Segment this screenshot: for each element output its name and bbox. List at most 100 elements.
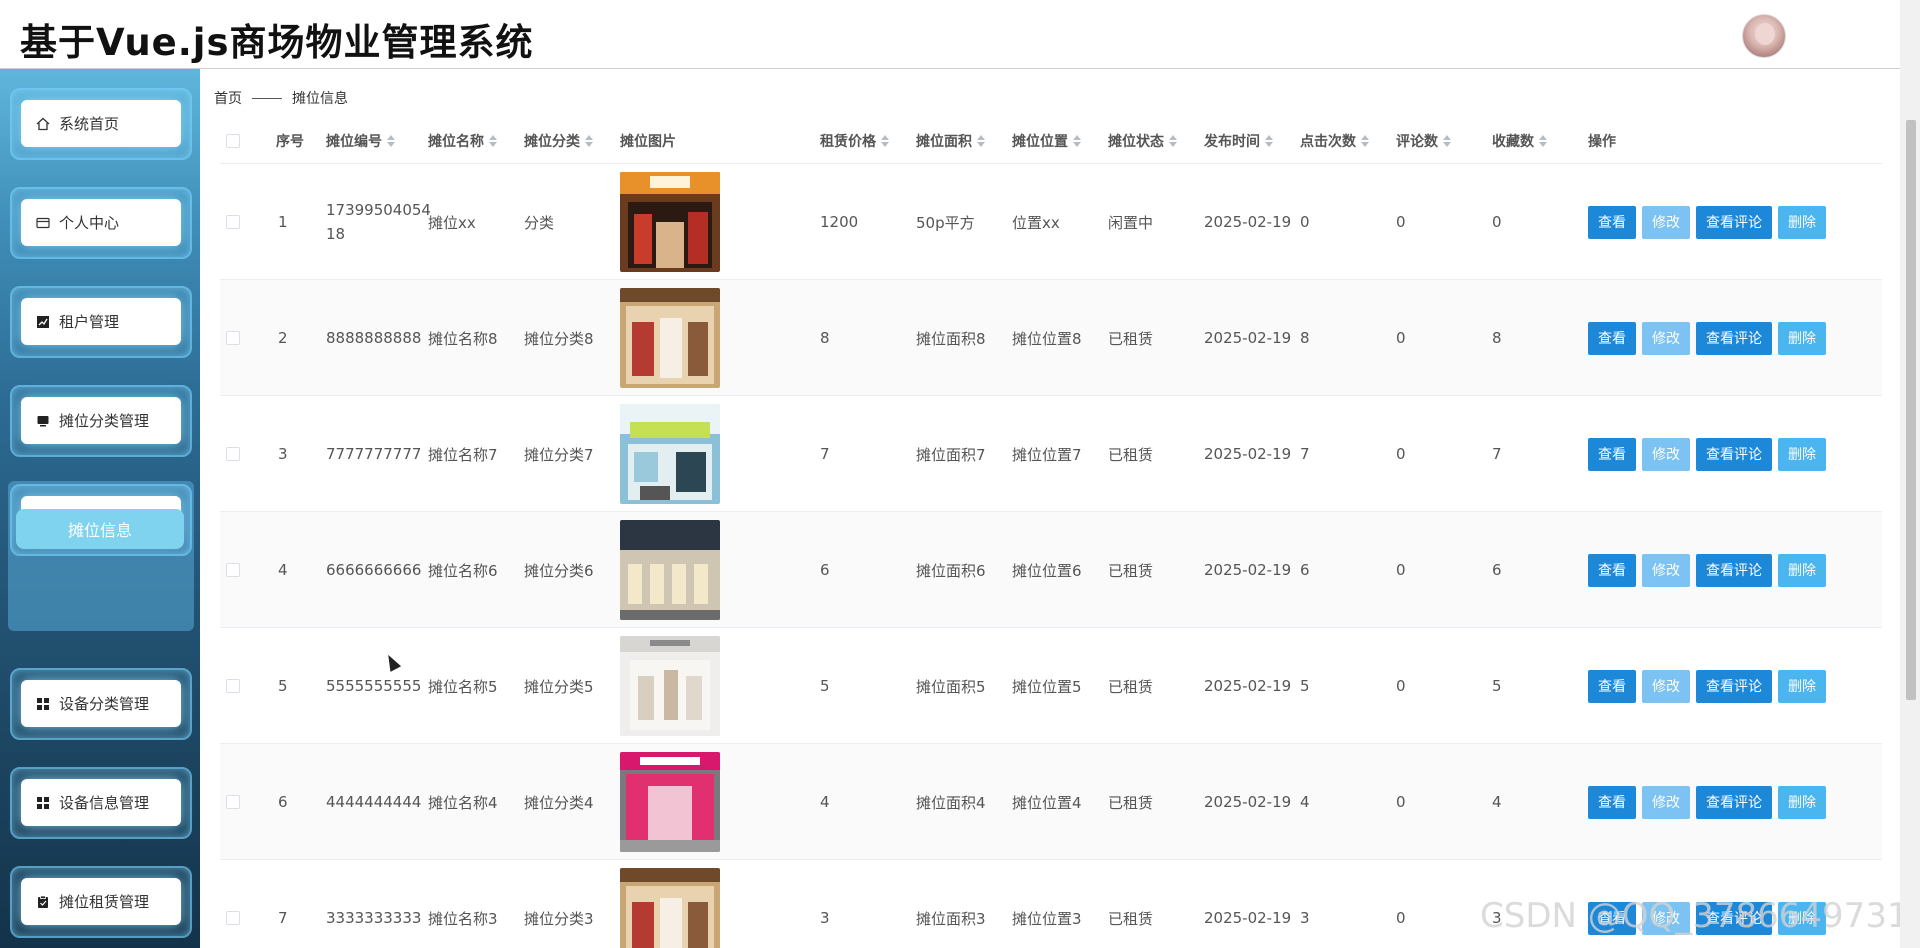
col-code[interactable]: 摊位编号: [326, 118, 395, 164]
col-name[interactable]: 摊位名称: [428, 118, 497, 164]
view-comments-button[interactable]: 查看评论: [1696, 669, 1772, 703]
stall-image[interactable]: [620, 288, 720, 388]
cell-category: 摊位分类7: [524, 445, 594, 464]
edit-button[interactable]: 修改: [1642, 437, 1690, 471]
sidebar-item-button[interactable]: 设备分类管理: [21, 680, 181, 727]
col-image: 摊位图片: [620, 134, 676, 150]
sidebar-item-3[interactable]: 租户管理: [10, 286, 192, 358]
table-row: 5 5555555555 摊位名称5 摊位分类5 5 摊位面积5 摊位位置5 已租赁 2025-…: [220, 628, 1882, 744]
sidebar-item-button[interactable]: 个人中心: [21, 199, 181, 246]
edit-button[interactable]: 修改: [1642, 553, 1690, 587]
cell-category: 摊位分类8: [524, 329, 594, 348]
row-checkbox[interactable]: [226, 280, 240, 396]
delete-button[interactable]: 删除: [1778, 437, 1826, 471]
delete-button[interactable]: 删除: [1778, 669, 1826, 703]
scrollbar-thumb[interactable]: [1906, 120, 1916, 700]
stall-image[interactable]: [620, 868, 720, 948]
sort-icon: [585, 135, 593, 147]
col-actions: 操作: [1588, 134, 1616, 150]
col-price[interactable]: 租赁价格: [820, 118, 889, 164]
col-status[interactable]: 摊位状态: [1108, 118, 1177, 164]
cell-published: 2025-02-19: [1204, 329, 1292, 347]
sidebar-item-7[interactable]: 设备信息管理: [10, 767, 192, 839]
col-clicks[interactable]: 点击次数: [1300, 118, 1369, 164]
avatar[interactable]: [1742, 14, 1786, 58]
view-button[interactable]: 查看: [1588, 553, 1636, 587]
row-checkbox[interactable]: [226, 512, 240, 628]
sidebar-item-button[interactable]: 设备信息管理: [21, 779, 181, 826]
edit-button[interactable]: 修改: [1642, 321, 1690, 355]
cell-comments: 0: [1396, 561, 1406, 579]
cell-code: 6666666666: [326, 561, 422, 579]
top-header: 基于Vue.js商场物业管理系统: [0, 0, 1900, 69]
delete-button[interactable]: 删除: [1778, 321, 1826, 355]
select-all-checkbox[interactable]: [226, 118, 240, 164]
col-comments[interactable]: 评论数: [1396, 118, 1451, 164]
stall-image[interactable]: [620, 752, 720, 852]
row-checkbox[interactable]: [226, 744, 240, 860]
sidebar-item-6[interactable]: 设备分类管理: [10, 668, 192, 740]
sidebar-item-1[interactable]: 系统首页: [10, 88, 192, 160]
cell-code: 7777777777: [326, 445, 422, 463]
sidebar-item-8[interactable]: 摊位租赁管理: [10, 866, 192, 938]
delete-button[interactable]: 删除: [1778, 205, 1826, 239]
sidebar-item-button[interactable]: 租户管理: [21, 298, 181, 345]
cell-name: 摊位名称4: [428, 793, 498, 812]
cell-area: 摊位面积5: [916, 677, 986, 696]
sidebar-item-button[interactable]: 系统首页: [21, 100, 181, 147]
sidebar-item-4[interactable]: 摊位分类管理: [10, 385, 192, 457]
view-button[interactable]: 查看: [1588, 669, 1636, 703]
cell-comments: 0: [1396, 445, 1406, 463]
cell-location: 位置xx: [1012, 213, 1060, 232]
sidebar-item-button[interactable]: 摊位分类管理: [21, 397, 181, 444]
cell-location: 摊位位置7: [1012, 445, 1082, 464]
view-comments-button[interactable]: 查看评论: [1696, 553, 1772, 587]
col-favorites[interactable]: 收藏数: [1492, 118, 1547, 164]
view-comments-button[interactable]: 查看评论: [1696, 437, 1772, 471]
sidebar-item-button[interactable]: 摊位租赁管理: [21, 878, 181, 925]
breadcrumb-home[interactable]: 首页: [214, 88, 242, 108]
col-published[interactable]: 发布时间: [1204, 118, 1273, 164]
view-button[interactable]: 查看: [1588, 437, 1636, 471]
delete-button[interactable]: 删除: [1778, 553, 1826, 587]
view-button[interactable]: 查看: [1588, 785, 1636, 819]
cell-category: 摊位分类6: [524, 561, 594, 580]
view-comments-button[interactable]: 查看评论: [1696, 205, 1772, 239]
sidebar-subitem-stall-info[interactable]: 摊位信息: [16, 509, 184, 549]
stall-table: 序号 摊位编号 摊位名称 摊位分类 摊位图片 租赁价格 摊位面积 摊位位置 摊位…: [220, 118, 1882, 948]
cell-index: 5: [278, 677, 288, 695]
col-location[interactable]: 摊位位置: [1012, 118, 1081, 164]
edit-button[interactable]: 修改: [1642, 785, 1690, 819]
stall-image[interactable]: [620, 520, 720, 620]
view-comments-button[interactable]: 查看评论: [1696, 321, 1772, 355]
row-checkbox[interactable]: [226, 628, 240, 744]
table-row: 2 8888888888 摊位名称8 摊位分类8 8 摊位面积8 摊位位置8 已租赁 2025-…: [220, 280, 1882, 396]
cell-clicks: 6: [1300, 561, 1310, 579]
col-category[interactable]: 摊位分类: [524, 118, 593, 164]
delete-button[interactable]: 删除: [1778, 785, 1826, 819]
row-checkbox[interactable]: [226, 396, 240, 512]
stall-image[interactable]: [620, 172, 720, 272]
stall-image[interactable]: [620, 636, 720, 736]
stall-image[interactable]: [620, 404, 720, 504]
cell-location: 摊位位置3: [1012, 909, 1082, 928]
view-button[interactable]: 查看: [1588, 321, 1636, 355]
row-checkbox[interactable]: [226, 164, 240, 280]
row-checkbox[interactable]: [226, 860, 240, 948]
view-button[interactable]: 查看: [1588, 205, 1636, 239]
cell-location: 摊位位置6: [1012, 561, 1082, 580]
cell-clicks: 8: [1300, 329, 1310, 347]
view-comments-button[interactable]: 查看评论: [1696, 785, 1772, 819]
sidebar-item-label: 摊位租赁管理: [59, 893, 150, 911]
sidebar-item-label: 摊位分类管理: [59, 412, 150, 430]
edit-button[interactable]: 修改: [1642, 669, 1690, 703]
col-area[interactable]: 摊位面积: [916, 118, 985, 164]
vertical-scrollbar[interactable]: [1900, 0, 1920, 948]
app-title: 基于Vue.js商场物业管理系统: [20, 21, 534, 64]
cell-favorites: 7: [1492, 445, 1502, 463]
edit-button[interactable]: 修改: [1642, 205, 1690, 239]
chart-icon: [35, 314, 51, 330]
cell-status: 已租赁: [1108, 793, 1154, 812]
cell-published: 2025-02-19: [1204, 561, 1292, 579]
sidebar-item-2[interactable]: 个人中心: [10, 187, 192, 259]
